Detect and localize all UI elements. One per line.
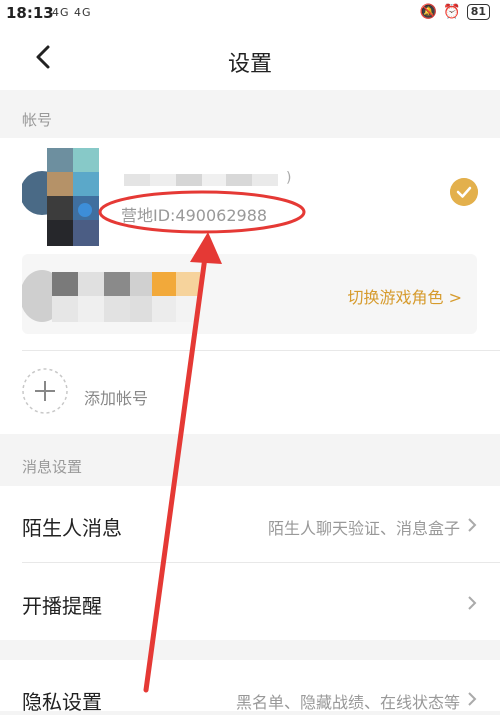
chevron-right-icon bbox=[468, 518, 477, 532]
page-title: 设置 bbox=[227, 52, 272, 77]
settings-row-privacy[interactable]: 隐私设置 黑名单、隐藏战绩、在线状态等 bbox=[0, 660, 500, 714]
check-icon bbox=[450, 178, 478, 206]
divider bbox=[22, 562, 500, 563]
section-label-account: 帐号 bbox=[22, 111, 53, 129]
status-bar: 18:13 4G 4G 🔕 ⏰ 81 bbox=[0, 0, 500, 26]
status-right-icons: 🔕 ⏰ 81 bbox=[420, 4, 490, 20]
battery-icon: 81 bbox=[466, 4, 490, 20]
alarm-icon: ⏰ bbox=[443, 4, 461, 20]
add-account-label[interactable]: 添加帐号 bbox=[84, 385, 148, 409]
username-suffix: ) bbox=[286, 170, 292, 186]
section-label-message: 消息设置 bbox=[22, 458, 83, 476]
avatar[interactable] bbox=[22, 148, 100, 246]
top-nav-bar: 设置 bbox=[0, 26, 500, 90]
add-account-icon[interactable] bbox=[22, 368, 68, 414]
signal-icon: 4G 4G bbox=[52, 6, 92, 19]
chevron-right-icon bbox=[468, 692, 477, 706]
username-blurred bbox=[124, 174, 278, 186]
chevron-right-icon bbox=[468, 596, 477, 610]
row-subtitle: 黑名单、隐藏战绩、在线状态等 bbox=[235, 693, 460, 712]
row-title: 开播提醒 bbox=[22, 594, 102, 618]
status-time: 18:13 bbox=[6, 4, 54, 22]
camp-id-text: 营地ID:490062988 bbox=[121, 206, 268, 225]
switch-game-role-link[interactable]: 切换游戏角色 > bbox=[348, 284, 463, 308]
mute-icon: 🔕 bbox=[419, 4, 438, 20]
game-role-blurred bbox=[22, 270, 200, 322]
divider bbox=[22, 350, 500, 351]
row-subtitle: 陌生人聊天验证、消息盒子 bbox=[267, 519, 460, 538]
row-title: 陌生人消息 bbox=[22, 516, 122, 540]
